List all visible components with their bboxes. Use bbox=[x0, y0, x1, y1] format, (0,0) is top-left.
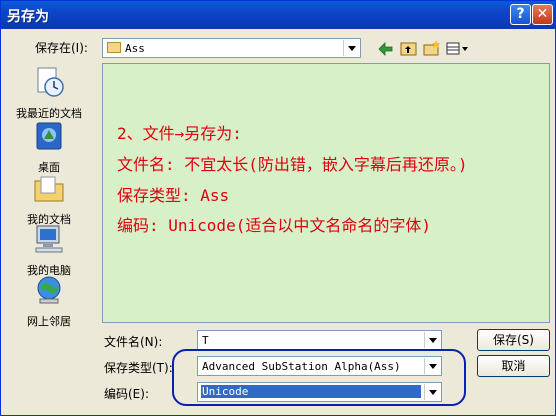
place-desktop[interactable]: 桌面 bbox=[7, 119, 91, 175]
save-button[interactable]: 保存(S) bbox=[477, 329, 550, 351]
folder-icon bbox=[107, 42, 121, 53]
place-my-documents[interactable]: 我的文档 bbox=[7, 171, 91, 227]
title-bar[interactable]: 另存为 ? ✕ bbox=[1, 1, 555, 29]
highlight-ellipse bbox=[172, 349, 466, 406]
window-title: 另存为 bbox=[7, 9, 49, 25]
save-in-value: Ass bbox=[125, 42, 145, 55]
chevron-down-icon[interactable] bbox=[343, 40, 359, 56]
my-documents-icon bbox=[34, 176, 64, 202]
save-in-dropdown[interactable]: Ass bbox=[102, 38, 361, 58]
my-computer-icon bbox=[35, 225, 63, 253]
desktop-icon bbox=[36, 122, 62, 150]
filename-value: T bbox=[202, 334, 209, 347]
new-folder-icon[interactable] bbox=[423, 40, 440, 56]
type-label: 保存类型(T): bbox=[104, 361, 173, 375]
filename-label: 文件名(N): bbox=[104, 335, 163, 349]
annotation-line: 文件名: 不宜太长(防出错，嵌入字幕后再还原。) bbox=[117, 155, 468, 174]
save-as-dialog: 另存为 ? ✕ 保存在(I): Ass 我最近的文档 桌面 我的文档 我的电脑 … bbox=[0, 0, 556, 416]
help-button[interactable]: ? bbox=[510, 4, 531, 25]
back-arrow-icon[interactable] bbox=[378, 42, 393, 56]
place-label: 网上邻居 bbox=[27, 315, 71, 328]
save-in-label: 保存在(I): bbox=[35, 41, 88, 55]
place-my-computer[interactable]: 我的电脑 bbox=[7, 222, 91, 278]
place-recent-documents[interactable]: 我最近的文档 bbox=[7, 65, 91, 121]
places-bar: 我最近的文档 桌面 我的文档 我的电脑 网上邻居 bbox=[7, 61, 91, 328]
annotation-line: 2、文件→另存为: bbox=[117, 124, 242, 143]
cancel-button[interactable]: 取消 bbox=[477, 355, 550, 377]
network-places-icon bbox=[37, 276, 61, 304]
toolbar-icons bbox=[378, 40, 468, 56]
view-menu-icon[interactable] bbox=[446, 42, 468, 55]
annotation-line: 编码: Unicode(适合以中文名命名的字体) bbox=[117, 216, 431, 235]
encoding-label: 编码(E): bbox=[104, 387, 149, 401]
place-network[interactable]: 网上邻居 bbox=[7, 273, 91, 329]
annotation-line: 保存类型: Ass bbox=[117, 186, 230, 205]
filename-input[interactable]: T bbox=[197, 330, 442, 350]
chevron-down-icon[interactable] bbox=[424, 332, 440, 348]
recent-documents-icon bbox=[37, 67, 64, 97]
file-list[interactable]: 2、文件→另存为: 文件名: 不宜太长(防出错，嵌入字幕后再还原。) 保存类型:… bbox=[102, 63, 550, 323]
up-folder-icon[interactable] bbox=[400, 42, 417, 56]
close-button[interactable]: ✕ bbox=[532, 4, 553, 25]
